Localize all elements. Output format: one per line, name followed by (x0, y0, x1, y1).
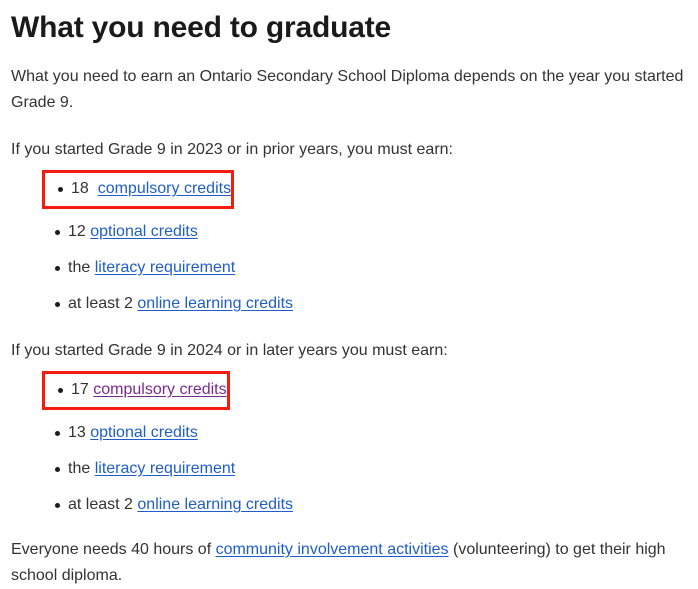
credit-item-gap (89, 180, 98, 197)
credit-item-prefix: 17 (71, 381, 89, 398)
intro-paragraph: What you need to earn an Ontario Seconda… (11, 68, 684, 111)
highlighted-credit-item: 17 compulsory credits (42, 371, 230, 410)
credit-item: at least 2 online learning credits (11, 291, 688, 317)
link-online-learning-credits-2023[interactable]: online learning credits (137, 295, 293, 312)
section-lead-2023: If you started Grade 9 in 2023 or in pri… (11, 141, 453, 158)
community-involvement-paragraph: Everyone needs 40 hours of community inv… (11, 518, 688, 589)
credit-item-prefix: 13 (68, 424, 86, 441)
link-community-involvement-activities[interactable]: community involvement activities (216, 541, 449, 558)
link-literacy-requirement-2023[interactable]: literacy requirement (95, 259, 236, 276)
highlighted-credit-item: 18 compulsory credits (42, 170, 235, 209)
content-page: What you need to graduate What you need … (0, 0, 698, 589)
link-compulsory-credits-2023[interactable]: compulsory credits (98, 180, 231, 197)
section-lead-2024: If you started Grade 9 in 2024 or in lat… (11, 342, 448, 359)
link-online-learning-credits-2024[interactable]: online learning credits (137, 496, 293, 513)
final-text-before: Everyone needs 40 hours of (11, 541, 216, 558)
credit-item-prefix: at least 2 (68, 496, 133, 513)
page-title: What you need to graduate (11, 11, 392, 44)
link-optional-credits-2024[interactable]: optional credits (90, 424, 198, 441)
credit-item: 13 optional credits (11, 420, 688, 446)
credit-list-2024: 17 compulsory credits 13 optional credits… (11, 364, 688, 518)
credit-item: the literacy requirement (11, 456, 688, 482)
link-literacy-requirement-2024[interactable]: literacy requirement (95, 460, 236, 477)
credit-list-2023: 18 compulsory credits 12 optional credits… (11, 163, 688, 317)
link-compulsory-credits-2024[interactable]: compulsory credits (93, 381, 226, 398)
credit-item: the literacy requirement (11, 255, 688, 281)
credit-item-prefix: the (68, 259, 91, 276)
credit-item-prefix: 18 (71, 180, 89, 197)
credit-item-prefix: the (68, 460, 91, 477)
credit-item-prefix: at least 2 (68, 295, 133, 312)
link-optional-credits-2023[interactable]: optional credits (90, 223, 198, 240)
credit-item: at least 2 online learning credits (11, 492, 688, 518)
credit-item: 12 optional credits (11, 219, 688, 245)
credit-item-prefix: 12 (68, 223, 86, 240)
